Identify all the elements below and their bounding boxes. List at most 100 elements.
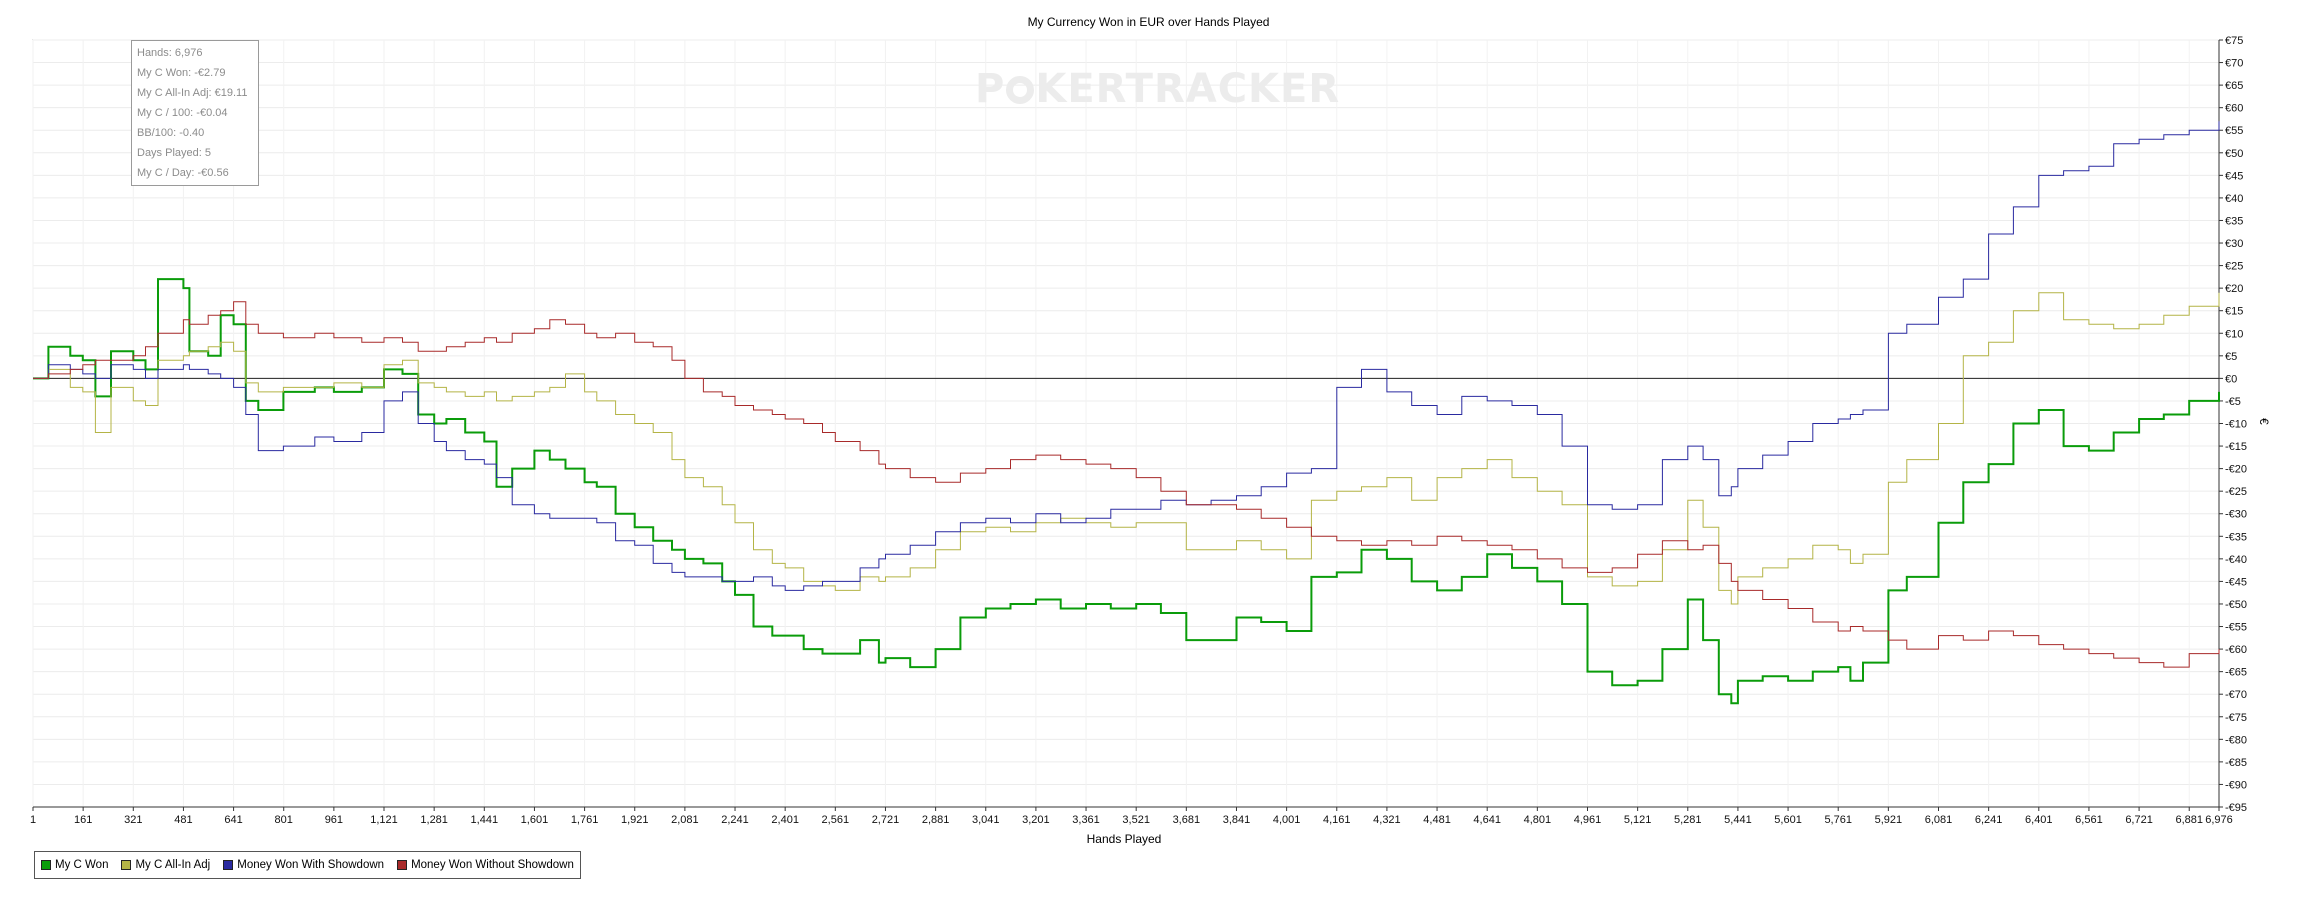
- y-tick-label: €20: [2225, 283, 2243, 295]
- legend-item-3[interactable]: Money Won Without Showdown: [397, 859, 574, 871]
- y-tick-label: -€75: [2225, 712, 2247, 724]
- stat-line: My C Won: -€2.79: [137, 67, 226, 79]
- x-tick-label: 4,161: [1323, 814, 1351, 826]
- y-tick-label: -€40: [2225, 554, 2247, 566]
- x-tick-label: 4,641: [1473, 814, 1501, 826]
- legend-label: My C All-In Adj: [135, 859, 211, 871]
- x-tick-label: 1,281: [420, 814, 448, 826]
- y-tick-label: €60: [2225, 103, 2243, 115]
- y-tick-label: €45: [2225, 170, 2243, 182]
- y-tick-label: €15: [2225, 306, 2243, 318]
- legend-swatch: [41, 860, 51, 870]
- x-tick-label: 3,201: [1022, 814, 1050, 826]
- legend-label: Money Won Without Showdown: [411, 859, 574, 871]
- y-tick-label: €70: [2225, 58, 2243, 70]
- x-tick-label: 6,561: [2075, 814, 2103, 826]
- x-tick-label: 6,241: [1975, 814, 2003, 826]
- chart-plot: €75 €70 €65 €60 €55 €50 €45 €40 €35 €30 €25 €20 €15 €…: [30, 35, 2247, 826]
- y-tick-label: -€60: [2225, 644, 2247, 656]
- x-tick-label: 2,401: [771, 814, 799, 826]
- x-tick-label: 3,681: [1173, 814, 1201, 826]
- x-tick-label: 801: [275, 814, 293, 826]
- x-tick-label: 2,881: [922, 814, 950, 826]
- y-tick-label: -€80: [2225, 734, 2247, 746]
- stat-line: BB/100: -0.40: [137, 127, 205, 139]
- legend-swatch: [121, 860, 132, 870]
- y-tick-label: -€85: [2225, 757, 2247, 769]
- x-tick-label: 6,401: [2025, 814, 2053, 826]
- y-tick-label: -€30: [2225, 509, 2247, 521]
- y-tick-label: -€55: [2225, 622, 2247, 634]
- x-tick-label: 4,001: [1273, 814, 1301, 826]
- y-tick-label: €0: [2225, 373, 2237, 385]
- x-tick-label: 1,601: [521, 814, 549, 826]
- x-tick-label: 5,441: [1724, 814, 1752, 826]
- y-tick-label: -€5: [2225, 396, 2241, 408]
- y-tick-label: -€95: [2225, 802, 2247, 814]
- y-tick-label: €10: [2225, 328, 2243, 340]
- x-tick-label: 161: [74, 814, 92, 826]
- x-tick-label: 1: [30, 814, 36, 826]
- x-tick-label: 3,521: [1122, 814, 1150, 826]
- y-tick-label: -€35: [2225, 531, 2247, 543]
- legend: My C Won My C All-In Adj Money Won With Sh…: [34, 851, 581, 879]
- y-axis-label: €: [2257, 418, 2271, 425]
- y-tick-label: -€70: [2225, 689, 2247, 701]
- legend-item-0[interactable]: My C Won: [41, 859, 108, 871]
- grid-layer: [32, 39, 2220, 808]
- x-tick-label: 2,561: [822, 814, 850, 826]
- y-tick-label: €50: [2225, 148, 2243, 160]
- x-tick-label: 3,841: [1223, 814, 1251, 826]
- x-tick-label: 2,241: [721, 814, 749, 826]
- x-tick-label: 3,361: [1072, 814, 1100, 826]
- y-tick-label: -€45: [2225, 576, 2247, 588]
- x-tick-label: 6,081: [1925, 814, 1953, 826]
- y-tick-label: €40: [2225, 193, 2243, 205]
- y-tick-label: €25: [2225, 261, 2243, 273]
- y-tick-label: €65: [2225, 80, 2243, 92]
- y-tick-label: -€50: [2225, 599, 2247, 611]
- x-tick-label: 1,441: [471, 814, 499, 826]
- x-tick-label: 2,721: [872, 814, 900, 826]
- x-tick-label: 4,321: [1373, 814, 1401, 826]
- x-tick-label: 6,881: [2175, 814, 2203, 826]
- poker-chip-icon: [1006, 76, 1035, 104]
- legend-item-1[interactable]: My C All-In Adj: [121, 859, 210, 871]
- y-tick-label: -€25: [2225, 486, 2247, 498]
- y-tick-label: €30: [2225, 238, 2243, 250]
- x-tick-label: 6,976: [2205, 814, 2233, 826]
- legend-label: Money Won With Showdown: [237, 859, 385, 871]
- y-tick-label: -€90: [2225, 779, 2247, 791]
- y-tick-label: -€20: [2225, 464, 2247, 476]
- x-tick-label: 1,921: [621, 814, 649, 826]
- stat-line: Days Played: 5: [137, 147, 211, 159]
- y-tick-label: €5: [2225, 351, 2237, 363]
- legend-item-2[interactable]: Money Won With Showdown: [223, 859, 384, 871]
- x-tick-label: 321: [124, 814, 142, 826]
- x-tick-label: 961: [325, 814, 343, 826]
- stat-line: Hands: 6,976: [137, 47, 203, 59]
- stat-line: My C / 100: -€0.04: [137, 107, 228, 119]
- x-tick-label: 5,761: [1824, 814, 1852, 826]
- pokertracker-watermark: P KERTRACKER: [975, 66, 1341, 112]
- x-tick-label: 4,801: [1524, 814, 1552, 826]
- x-tick-label: 5,601: [1774, 814, 1802, 826]
- y-tick-label: -€15: [2225, 441, 2247, 453]
- y-tick-label: -€10: [2225, 419, 2247, 431]
- y-tick-label: €75: [2225, 35, 2243, 47]
- x-tick-label: 4,481: [1423, 814, 1451, 826]
- x-tick-label: 5,281: [1674, 814, 1702, 826]
- stat-line: My C All-In Adj: €19.11: [137, 87, 248, 99]
- x-tick-label: 6,721: [2125, 814, 2153, 826]
- x-tick-label: 1,121: [370, 814, 398, 826]
- x-axis-label: Hands Played: [1086, 832, 1162, 846]
- stat-line: My C / Day: -€0.56: [137, 167, 229, 179]
- stats-box: Hands: 6,976 My C Won: -€2.79 My C All-In …: [131, 40, 259, 186]
- x-tick-label: 2,081: [671, 814, 699, 826]
- x-tick-label: 481: [174, 814, 192, 826]
- legend-swatch: [223, 860, 234, 870]
- x-tick-label: 4,961: [1574, 814, 1602, 826]
- x-tick-label: 5,921: [1875, 814, 1903, 826]
- x-tick-label: 5,121: [1624, 814, 1652, 826]
- y-tick-label: €35: [2225, 215, 2243, 227]
